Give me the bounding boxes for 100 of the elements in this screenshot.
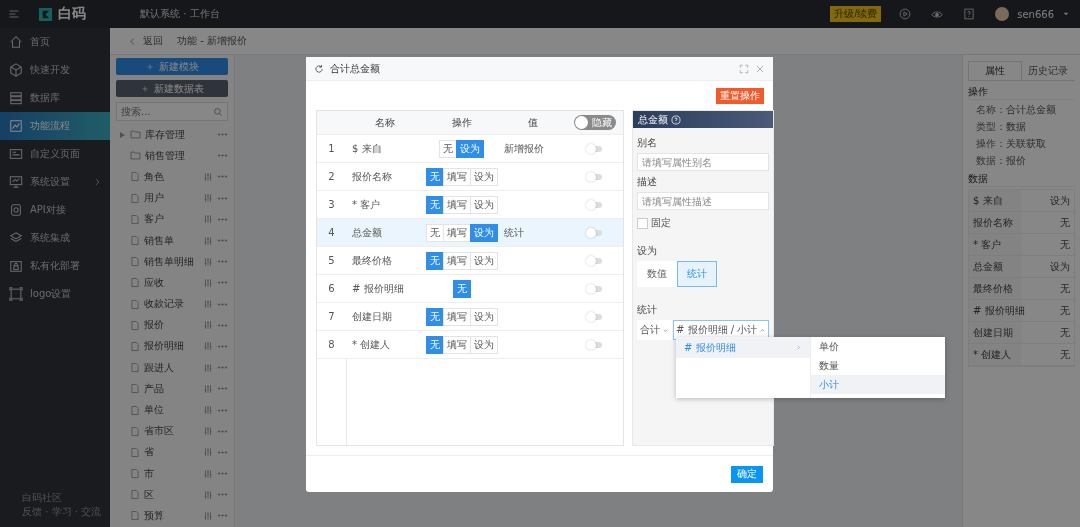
tree-item[interactable]: 省市区	[116, 420, 228, 442]
description-input[interactable]: 请填写属性描述	[637, 192, 770, 210]
tree-item[interactable]: 应收	[116, 272, 228, 294]
segment-option[interactable]: 无	[452, 279, 471, 298]
segment-option[interactable]: 设为	[456, 139, 484, 158]
tree-item[interactable]: 用户	[116, 187, 228, 209]
search-field[interactable]: 搜索...	[116, 102, 228, 121]
document-icon	[130, 319, 140, 331]
tree-item[interactable]: 销售单	[116, 229, 228, 252]
panel-tab[interactable]: 历史记录	[1021, 61, 1075, 80]
sidebar-item[interactable]: 首页	[0, 28, 110, 56]
segment-option[interactable]: 设为	[469, 307, 498, 326]
menu-icon	[8, 8, 20, 20]
segment-option[interactable]: 设为	[469, 223, 498, 242]
panel-tab[interactable]: 属性	[968, 61, 1022, 80]
segment-option[interactable]: 无	[439, 139, 457, 158]
tree-item[interactable]: 报价	[116, 314, 228, 336]
user-name[interactable]: sen666	[1017, 8, 1054, 20]
chevron-left-icon	[128, 36, 137, 46]
field-select[interactable]: # 报价明细 / 小计	[673, 320, 770, 340]
toggle-switch[interactable]	[587, 313, 602, 320]
toggle-switch[interactable]	[587, 145, 602, 152]
sidebar-item[interactable]: 功能流程	[0, 112, 110, 140]
field-name: * 客户	[973, 237, 1002, 252]
tree-item[interactable]: 单位	[116, 399, 228, 421]
reset-button[interactable]: 重置操作	[716, 88, 764, 104]
segment-option[interactable]: 无	[425, 167, 444, 186]
tree-item[interactable]: 市	[116, 463, 228, 485]
option-button[interactable]: 统计	[677, 261, 717, 287]
tree-item[interactable]: 库存管理	[116, 124, 228, 146]
segment-option[interactable]: 填写	[442, 251, 471, 270]
close-button[interactable]	[755, 63, 765, 74]
field-value: 设为	[1050, 259, 1070, 274]
segment-option[interactable]: 无	[425, 335, 444, 354]
hide-toggle[interactable]: 隐藏	[573, 115, 616, 130]
sidebar-item[interactable]: 系统集成	[0, 224, 110, 252]
menu-item[interactable]: 单价	[811, 337, 945, 356]
sidebar-item[interactable]: 数据库	[0, 84, 110, 112]
alias-input[interactable]: 请填写属性别名	[637, 153, 770, 171]
sidebar-item[interactable]: 私有化部署	[0, 252, 110, 280]
upgrade-button[interactable]: 升级/续费	[830, 6, 882, 22]
avatar[interactable]	[995, 7, 1010, 21]
column-header: 值	[527, 115, 539, 130]
tree-item[interactable]: 区	[116, 484, 228, 506]
field-value: 无	[1060, 303, 1070, 318]
new-button[interactable]: 新建模块	[116, 58, 228, 75]
tree-item[interactable]: 角色	[116, 166, 228, 188]
segment-option[interactable]: 填写	[442, 307, 471, 326]
segment-option[interactable]: 无	[425, 195, 444, 214]
toggle-switch[interactable]	[587, 285, 602, 292]
segment-option[interactable]: 无	[425, 223, 444, 242]
tree-item[interactable]: 客户	[116, 208, 228, 230]
folder-icon	[130, 129, 141, 141]
segment-option[interactable]: 填写	[442, 335, 471, 354]
toggle-switch[interactable]	[587, 341, 602, 348]
menu-item[interactable]: 小计	[811, 375, 945, 394]
segment-option[interactable]: 设为	[469, 167, 498, 186]
field-name: $ 来自	[973, 193, 1003, 208]
tree-item[interactable]: 报价明细	[116, 335, 228, 358]
tree-item[interactable]: 销售单明细	[116, 251, 228, 273]
field-value: 无	[1060, 281, 1070, 296]
new-button[interactable]: 新建数据表	[116, 80, 228, 97]
sidebar-item[interactable]: API对接	[0, 196, 110, 224]
segment-option[interactable]: 填写	[442, 195, 471, 214]
segment-option[interactable]: 无	[425, 307, 444, 326]
tree-item[interactable]: 产品	[116, 378, 228, 400]
tree-item[interactable]: 销售管理	[116, 145, 228, 167]
checkbox[interactable]	[637, 217, 648, 229]
segment-option[interactable]: 设为	[469, 195, 498, 214]
toggle-switch[interactable]	[587, 173, 602, 180]
chevron-right-icon	[795, 344, 802, 351]
segment-option[interactable]: 设为	[469, 251, 498, 270]
confirm-button[interactable]: 确定	[731, 465, 763, 483]
toggle-switch[interactable]	[587, 201, 602, 208]
sidebar-item[interactable]: 自定义页面	[0, 140, 110, 168]
chevron-down-icon	[662, 326, 669, 334]
menu-item[interactable]: 数量	[811, 356, 945, 375]
cube-icon	[9, 63, 23, 77]
segment-option[interactable]: 填写	[442, 223, 471, 242]
tree-item[interactable]: 跟进人	[116, 357, 228, 379]
segment-option[interactable]: 无	[425, 251, 444, 270]
sidebar-item[interactable]: logo设置	[0, 280, 110, 308]
expand-icon[interactable]	[120, 131, 125, 138]
option-button[interactable]: 数值	[637, 261, 677, 287]
back-link[interactable]: 返回	[128, 34, 163, 48]
toggle-switch[interactable]	[587, 257, 602, 264]
field-value: 统计	[503, 225, 525, 240]
sliders-icon	[203, 383, 213, 394]
tree-item[interactable]: 收款记录	[116, 293, 228, 315]
fullscreen-button[interactable]	[739, 63, 749, 74]
sidebar-item[interactable]: 快速开发	[0, 56, 110, 84]
tree-item[interactable]: 预算	[116, 505, 228, 527]
aggregate-select[interactable]: 合计	[637, 320, 672, 340]
tree-item[interactable]: 省	[116, 441, 228, 463]
sidebar-item[interactable]: 系统设置	[0, 168, 110, 196]
document-icon	[130, 192, 140, 204]
segment-option[interactable]: 填写	[442, 167, 471, 186]
toggle-switch[interactable]	[587, 229, 602, 236]
menu-item[interactable]: # 报价明细	[676, 337, 810, 358]
segment-option[interactable]: 设为	[469, 335, 498, 354]
